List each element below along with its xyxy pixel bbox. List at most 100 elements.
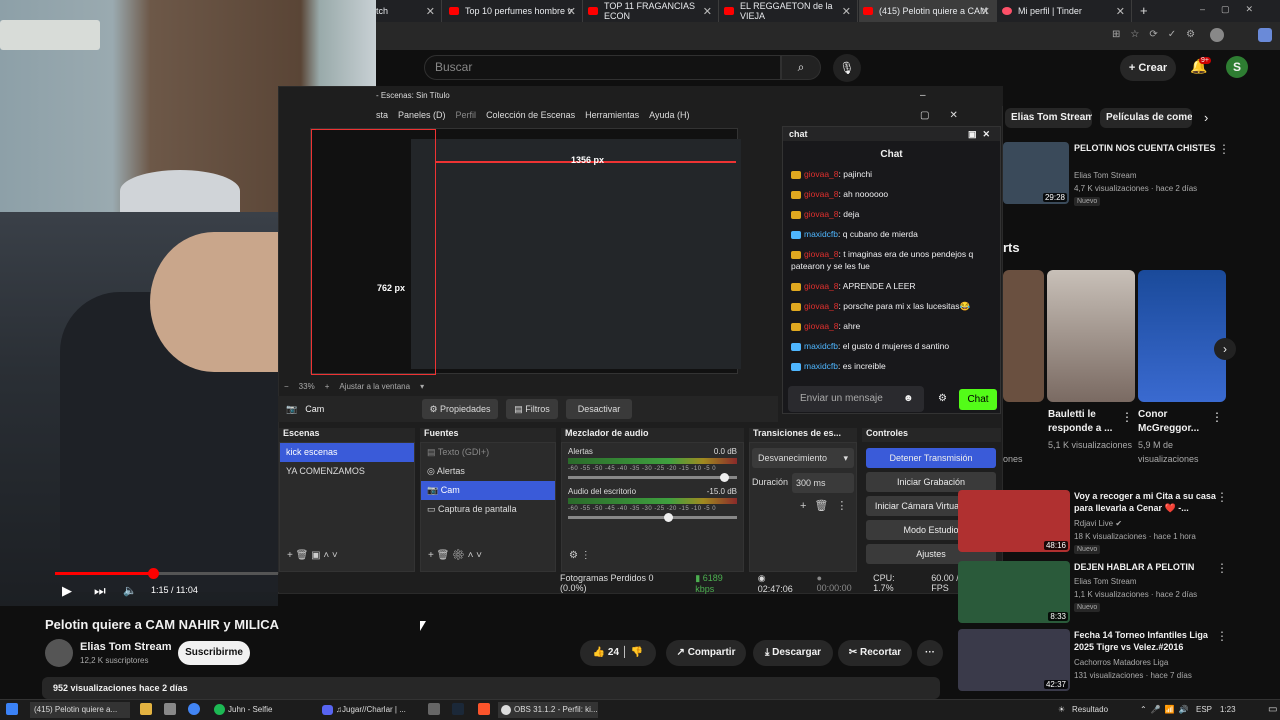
- thumbs-down-icon[interactable]: 👎: [631, 647, 643, 658]
- close-icon[interactable]: ✕: [981, 5, 990, 18]
- scenes-toolbar[interactable]: + 🗑 ▣ ˄ ˅: [279, 550, 338, 568]
- chip-peliculas[interactable]: Películas de comed: [1100, 108, 1192, 128]
- chat-username[interactable]: giovaa_8: [804, 281, 839, 291]
- source-item[interactable]: 📷 Cam: [421, 481, 555, 500]
- chat-username[interactable]: giovaa_8: [804, 301, 839, 311]
- terminal-icon[interactable]: [428, 703, 440, 715]
- brave-icon[interactable]: [478, 703, 490, 715]
- start-recording-button[interactable]: Iniciar Grabación: [866, 472, 996, 492]
- close-icon[interactable]: ✕: [567, 5, 576, 18]
- taskbar-item[interactable]: Juhn - Selfie: [212, 702, 312, 718]
- chip-elias-tom-stream[interactable]: Elias Tom Stream: [1005, 108, 1092, 128]
- more-icon[interactable]: ⋮: [1216, 629, 1228, 643]
- create-button[interactable]: + Crear: [1120, 55, 1176, 81]
- zoom-out-icon[interactable]: −: [284, 382, 289, 391]
- chat-username[interactable]: giovaa_8: [804, 249, 839, 259]
- source-item[interactable]: ▭ Captura de pantalla: [421, 500, 555, 519]
- transition-tools[interactable]: +🗑⋮: [800, 499, 855, 512]
- menu-item[interactable]: sta: [376, 106, 388, 124]
- clip-button[interactable]: ✂ Recortar: [838, 640, 912, 666]
- more-icon[interactable]: ⋮: [1218, 142, 1230, 156]
- short-thumbnail[interactable]: [1138, 270, 1226, 402]
- search-input[interactable]: Buscar: [424, 55, 781, 80]
- mixer-toolbar[interactable]: ⚙ ⋮: [561, 550, 591, 568]
- chat-send-button[interactable]: Chat: [959, 389, 997, 410]
- close-icon[interactable]: ✕: [842, 5, 851, 18]
- scene-item[interactable]: YA COMENZAMOS: [280, 462, 414, 481]
- gear-icon[interactable]: ⚙: [938, 393, 947, 404]
- browser-tab[interactable]: Mi perfil | Tinder ✕: [998, 0, 1132, 22]
- chevron-right-icon[interactable]: ›: [1204, 110, 1208, 125]
- filters-button[interactable]: ▤ Filtros: [506, 399, 558, 419]
- sources-toolbar[interactable]: + 🗑 ⚙ ˄ ˅: [420, 550, 482, 568]
- menu-item-tools[interactable]: Herramientas: [585, 106, 639, 124]
- chevron-right-icon[interactable]: ›: [1214, 338, 1236, 360]
- more-icon[interactable]: ⋮: [1216, 561, 1228, 575]
- play-icon[interactable]: ▶: [62, 583, 72, 599]
- clock[interactable]: 1:23: [1220, 702, 1236, 718]
- fit-window-label[interactable]: Ajustar a la ventana: [339, 382, 410, 391]
- menu-item-scene-collection[interactable]: Colección de Escenas: [486, 106, 575, 124]
- volume-icon[interactable]: 🔈: [123, 584, 137, 597]
- subscribe-button[interactable]: Suscribirme: [178, 641, 250, 665]
- user-avatar[interactable]: S: [1226, 56, 1248, 78]
- channel-avatar[interactable]: [45, 639, 73, 667]
- next-icon[interactable]: ⏭: [94, 583, 106, 599]
- chat-username[interactable]: giovaa_8: [804, 169, 839, 179]
- obs-window-controls[interactable]: –▢✕: [920, 86, 1003, 126]
- obs-preview[interactable]: 1356 px 762 px: [310, 128, 741, 375]
- volume-slider[interactable]: [568, 473, 737, 482]
- more-icon[interactable]: ⋮: [1216, 490, 1228, 504]
- chat-username[interactable]: maxidcfb: [804, 341, 838, 351]
- related-video[interactable]: 42:37 Fecha 14 Torneo Infantiles Liga 20…: [958, 629, 1228, 691]
- video-progress-bar[interactable]: [55, 568, 278, 579]
- folder-icon[interactable]: [140, 703, 152, 715]
- microphone-icon[interactable]: 🎙: [833, 54, 861, 82]
- progress-scrubber[interactable]: [148, 568, 159, 579]
- menu-item-help[interactable]: Ayuda (H): [649, 106, 689, 124]
- copilot-icon[interactable]: [1258, 28, 1272, 42]
- channel-name[interactable]: Elias Tom Stream: [80, 641, 172, 653]
- more-actions-button[interactable]: ···: [917, 640, 943, 666]
- share-button[interactable]: ↗ Compartir: [666, 640, 746, 666]
- short-thumbnail[interactable]: [1047, 270, 1135, 402]
- language-indicator[interactable]: ESP: [1196, 702, 1212, 718]
- download-button[interactable]: ⤓ Descargar: [753, 640, 833, 666]
- volume-slider[interactable]: [568, 513, 737, 522]
- like-button[interactable]: 👍 24 │ 👎: [580, 640, 656, 666]
- start-virtual-camera-button[interactable]: Iniciar Cámara Virtual: [866, 496, 970, 516]
- app-icon[interactable]: [164, 703, 176, 715]
- chat-username[interactable]: giovaa_8: [804, 209, 839, 219]
- weather-widget[interactable]: ☀ Resultado: [1058, 702, 1128, 718]
- close-icon[interactable]: ✕: [1116, 5, 1125, 18]
- source-item[interactable]: ◎ Alertas: [421, 462, 555, 481]
- chat-username[interactable]: giovaa_8: [804, 321, 839, 331]
- browser-tab[interactable]: TOP 11 FRAGANCIAS ECON ✕: [584, 0, 719, 22]
- tray-icons[interactable]: ⌃🎤📶🔊: [1140, 702, 1190, 718]
- chrome-icon[interactable]: [188, 703, 200, 715]
- browser-tab-active[interactable]: (415) Pelotin quiere a CAM ✕: [859, 0, 997, 22]
- duration-input[interactable]: 300 ms: [792, 473, 854, 493]
- zoom-in-icon[interactable]: +: [325, 382, 330, 391]
- taskbar-item[interactable]: (415) Pelotin quiere a...: [30, 702, 130, 718]
- properties-button[interactable]: ⚙ Propiedades: [422, 399, 498, 419]
- browser-tab[interactable]: EL REGGAETON de la VIEJA ✕: [720, 0, 858, 22]
- related-video[interactable]: 8:33 DEJEN HABLAR A PELOTIN Elias Tom St…: [958, 561, 1228, 627]
- volume-knob[interactable]: [664, 513, 673, 522]
- description-box[interactable]: 952 visualizaciones hace 2 días: [42, 677, 940, 699]
- source-item[interactable]: ▤ Texto (GDI+): [421, 443, 555, 462]
- menu-item-panels[interactable]: Paneles (D): [398, 106, 446, 124]
- new-tab-button[interactable]: +: [1140, 3, 1148, 18]
- related-video[interactable]: 48:16 Voy a recoger a mi Cita a su casa …: [958, 490, 1228, 556]
- dock-controls[interactable]: ▣✕: [968, 127, 996, 141]
- close-icon[interactable]: ✕: [426, 5, 435, 18]
- chat-username[interactable]: maxidcfb: [804, 361, 838, 371]
- taskbar-item-active[interactable]: OBS 31.1.2 - Perfil: ki...: [498, 702, 598, 718]
- short-thumbnail[interactable]: [1003, 270, 1044, 402]
- chat-username[interactable]: giovaa_8: [804, 189, 839, 199]
- chevron-down-icon[interactable]: ▾: [420, 382, 424, 391]
- window-controls[interactable]: –▢✕: [1200, 4, 1269, 15]
- scene-item[interactable]: kick escenas: [280, 443, 414, 462]
- more-icon[interactable]: ⋮: [1121, 410, 1133, 424]
- stop-streaming-button[interactable]: Detener Transmisión: [866, 448, 996, 468]
